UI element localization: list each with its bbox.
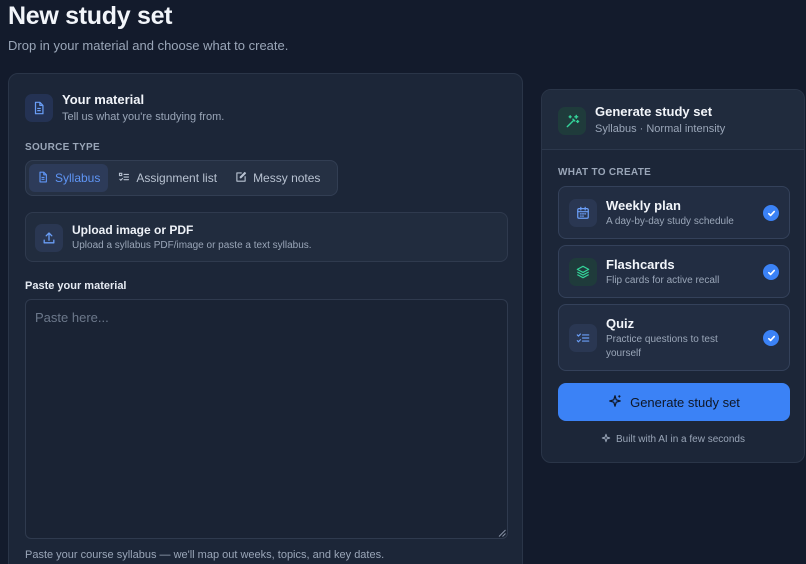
sparkle-icon	[601, 433, 611, 446]
checkmark-icon	[763, 264, 779, 280]
edit-note-icon	[235, 171, 247, 186]
generate-title: Generate study set	[595, 104, 713, 119]
checklist-icon	[118, 171, 130, 186]
checkmark-icon	[763, 330, 779, 346]
material-subtitle: Tell us what you're studying from.	[62, 111, 225, 123]
generate-button-label: Generate study set	[630, 394, 740, 410]
built-with-ai-text: Built with AI in a few seconds	[616, 434, 745, 445]
generate-button[interactable]: Generate study set	[558, 383, 790, 421]
upload-subtitle: Upload a syllabus PDF/image or paste a t…	[72, 240, 312, 251]
layers-icon	[569, 258, 597, 286]
paste-textarea[interactable]	[25, 299, 508, 539]
option-flashcards[interactable]: Flashcards Flip cards for active recall	[558, 245, 790, 298]
generate-header: Generate study set Syllabus · Normal int…	[542, 90, 804, 150]
option-desc: Practice questions to test yourself	[606, 334, 718, 359]
source-type-selector: Syllabus Assignment list Messy notes	[25, 160, 338, 196]
upload-button[interactable]: Upload image or PDF Upload a syllabus PD…	[25, 212, 508, 262]
source-type-assignment-list[interactable]: Assignment list	[110, 164, 225, 192]
source-type-messy-notes[interactable]: Messy notes	[227, 164, 328, 192]
magic-wand-icon	[558, 107, 586, 135]
source-type-syllabus[interactable]: Syllabus	[29, 164, 109, 192]
generate-panel: Generate study set Syllabus · Normal int…	[541, 89, 805, 463]
checkmark-icon	[763, 205, 779, 221]
built-with-ai-note: Built with AI in a few seconds	[542, 433, 804, 446]
paste-hint: Paste your course syllabus — we'll map o…	[25, 549, 385, 561]
sparkle-icon	[608, 394, 622, 411]
source-type-label: SOURCE TYPE	[25, 142, 100, 153]
material-panel: Your material Tell us what you're studyi…	[8, 73, 523, 564]
option-quiz[interactable]: Quiz Practice questions to test yourself	[558, 304, 790, 371]
resize-handle-icon[interactable]	[498, 529, 506, 537]
option-title: Weekly plan	[606, 198, 681, 213]
upload-title: Upload image or PDF	[72, 223, 194, 237]
document-icon	[37, 171, 49, 186]
generate-subtitle: Syllabus · Normal intensity	[595, 123, 726, 135]
paste-label: Paste your material	[25, 280, 127, 292]
source-type-label: Messy notes	[253, 171, 321, 185]
option-title: Quiz	[606, 316, 635, 331]
material-title: Your material	[62, 92, 145, 107]
document-icon	[25, 94, 53, 122]
source-type-label: Syllabus	[55, 171, 101, 185]
what-to-create-label: WHAT TO CREATE	[558, 167, 652, 178]
calendar-icon	[569, 199, 597, 227]
upload-icon	[35, 224, 63, 252]
page-subtitle: Drop in your material and choose what to…	[8, 38, 289, 53]
option-title: Flashcards	[606, 257, 675, 272]
source-type-label: Assignment list	[136, 171, 218, 185]
option-desc: A day-by-day study schedule	[606, 216, 734, 227]
option-desc: Flip cards for active recall	[606, 275, 720, 286]
checklist-icon	[569, 324, 597, 352]
page-title: New study set	[8, 2, 173, 30]
option-weekly-plan[interactable]: Weekly plan A day-by-day study schedule	[558, 186, 790, 239]
